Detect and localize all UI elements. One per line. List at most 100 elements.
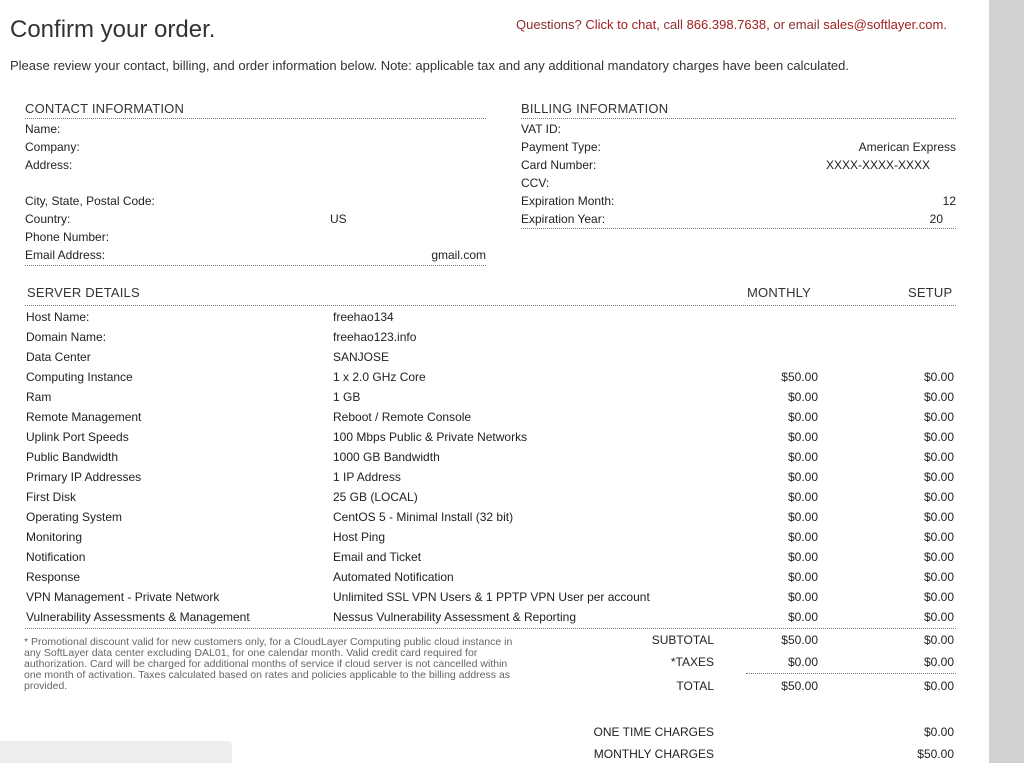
item-description: Automated Notification	[333, 570, 454, 584]
item-name: Data Center	[26, 350, 91, 364]
item-setup-price: $0.00	[923, 390, 954, 404]
billing-card-number-label: Card Number:	[521, 158, 597, 172]
email-link[interactable]: sales@softlayer.com.	[823, 17, 947, 32]
item-setup-price: $0.00	[923, 590, 954, 604]
item-monthly-price: $0.00	[787, 530, 818, 544]
server-heading: SERVER DETAILS	[27, 285, 140, 300]
item-setup-price: $0.00	[923, 490, 954, 504]
item-setup-price: $0.00	[923, 450, 954, 464]
contact-city-label: City, State, Postal Code:	[25, 194, 155, 208]
item-name: Computing Instance	[26, 370, 133, 384]
table-row: Data Center SANJOSE	[26, 350, 956, 370]
billing-vat-label: VAT ID:	[521, 122, 562, 136]
contact-email-label: Email Address:	[25, 248, 106, 262]
totals-divider	[746, 673, 956, 674]
subtotal-monthly: $50.00	[781, 633, 818, 647]
item-name: Ram	[26, 390, 52, 404]
item-name: Primary IP Addresses	[26, 470, 142, 484]
item-monthly-price: $0.00	[787, 450, 818, 464]
item-description: 25 GB (LOCAL)	[333, 490, 418, 504]
table-row: Domain Name: freehao123.info	[26, 330, 956, 350]
item-setup-price: $0.00	[923, 530, 954, 544]
item-description: 100 Mbps Public & Private Networks	[333, 430, 528, 444]
item-name: Domain Name:	[26, 330, 107, 344]
table-row: Monitoring Host Ping $0.00 $0.00	[26, 530, 956, 550]
item-name: Host Name:	[26, 310, 90, 324]
contact-company-label: Company:	[25, 140, 80, 154]
phone-link[interactable]: 866.398.7638,	[687, 17, 770, 32]
billing-exp-year-value: 20	[929, 212, 943, 226]
item-monthly-price: $0.00	[787, 470, 818, 484]
contact-country-value: US	[330, 212, 347, 226]
contact-email-value: gmail.com	[431, 248, 486, 262]
item-setup-price: $0.00	[923, 410, 954, 424]
monthly-charges-label: MONTHLY CHARGES	[593, 747, 714, 761]
item-name: Public Bandwidth	[26, 450, 119, 464]
item-description: 1 GB	[333, 390, 361, 404]
table-row: Ram 1 GB $0.00 $0.00	[26, 390, 956, 410]
item-monthly-price: $0.00	[787, 430, 818, 444]
contact-phone-label: Phone Number:	[25, 230, 110, 244]
questions-label: Questions?	[516, 17, 582, 32]
taxes-label: *TAXES	[670, 655, 714, 669]
contact-divider	[25, 118, 486, 119]
total-label: TOTAL	[676, 679, 714, 693]
taxes-monthly: $0.00	[787, 655, 818, 669]
page-scrollbar[interactable]	[989, 0, 1024, 763]
table-row: First Disk 25 GB (LOCAL) $0.00 $0.00	[26, 490, 956, 510]
billing-divider	[521, 118, 956, 119]
page-title: Confirm your order.	[10, 16, 216, 43]
item-setup-price: $0.00	[923, 610, 954, 624]
item-setup-price: $0.00	[923, 370, 954, 384]
item-description: Nessus Vulnerability Assessment & Report…	[333, 610, 576, 624]
item-description: Unlimited SSL VPN Users & 1 PPTP VPN Use…	[333, 590, 650, 604]
billing-ccv-label: CCV:	[521, 176, 550, 190]
total-setup: $0.00	[923, 679, 954, 693]
contact-address-label: Address:	[25, 158, 73, 172]
monthly-column-header: MONTHLY	[747, 285, 811, 300]
item-setup-price: $0.00	[923, 570, 954, 584]
table-row: Response Automated Notification $0.00 $0.00	[26, 570, 956, 590]
contact-heading: CONTACT INFORMATION	[25, 101, 185, 116]
table-row: Operating System CentOS 5 - Minimal Insta…	[26, 510, 956, 530]
intro-text: Please review your contact, billing, and…	[10, 58, 850, 73]
table-row: Vulnerability Assessments & Management Ne…	[26, 610, 956, 630]
item-description: CentOS 5 - Minimal Install (32 bit)	[333, 510, 514, 524]
item-description: Host Ping	[333, 530, 386, 544]
billing-heading: BILLING INFORMATION	[521, 101, 669, 116]
item-monthly-price: $50.00	[781, 370, 818, 384]
item-monthly-price: $0.00	[787, 590, 818, 604]
item-monthly-price: $0.00	[787, 610, 818, 624]
chat-link[interactable]: Click to chat,	[585, 17, 659, 32]
item-monthly-price: $0.00	[787, 550, 818, 564]
total-monthly: $50.00	[781, 679, 818, 693]
table-row: Primary IP Addresses 1 IP Address $0.00 $0.…	[26, 470, 956, 490]
contact-name-label: Name:	[25, 122, 61, 136]
table-row: Uplink Port Speeds 100 Mbps Public & Priv…	[26, 430, 956, 450]
promo-disclaimer: * Promotional discount valid for new cus…	[24, 636, 513, 692]
item-description: 1000 GB Bandwidth	[333, 450, 440, 464]
contact-country-label: Country:	[25, 212, 71, 226]
billing-exp-month-value: 12	[942, 194, 956, 208]
server-bottom-divider	[25, 628, 956, 629]
table-row: VPN Management - Private Network Unlimite…	[26, 590, 956, 610]
item-monthly-price: $0.00	[787, 390, 818, 404]
one-time-charges-value: $0.00	[923, 725, 954, 739]
bottom-panel-tab[interactable]	[0, 741, 232, 763]
item-setup-price: $0.00	[923, 430, 954, 444]
item-description: freehao134	[333, 310, 394, 324]
item-monthly-price: $0.00	[787, 410, 818, 424]
item-setup-price: $0.00	[923, 510, 954, 524]
table-row: Computing Instance 1 x 2.0 GHz Core $50.00…	[26, 370, 956, 390]
contact-help-line: Questions? Click to chat, call 866.398.7…	[516, 17, 947, 32]
taxes-setup: $0.00	[923, 655, 954, 669]
table-row: Public Bandwidth 1000 GB Bandwidth $0.00 $0…	[26, 450, 956, 470]
billing-payment-type-label: Payment Type:	[521, 140, 601, 154]
item-setup-price: $0.00	[923, 470, 954, 484]
monthly-charges-value: $50.00	[917, 747, 954, 761]
item-description: 1 x 2.0 GHz Core	[333, 370, 426, 384]
setup-column-header: SETUP	[908, 285, 953, 300]
billing-exp-month-label: Expiration Month:	[521, 194, 615, 208]
item-monthly-price: $0.00	[787, 570, 818, 584]
item-name: VPN Management - Private Network	[26, 590, 220, 604]
